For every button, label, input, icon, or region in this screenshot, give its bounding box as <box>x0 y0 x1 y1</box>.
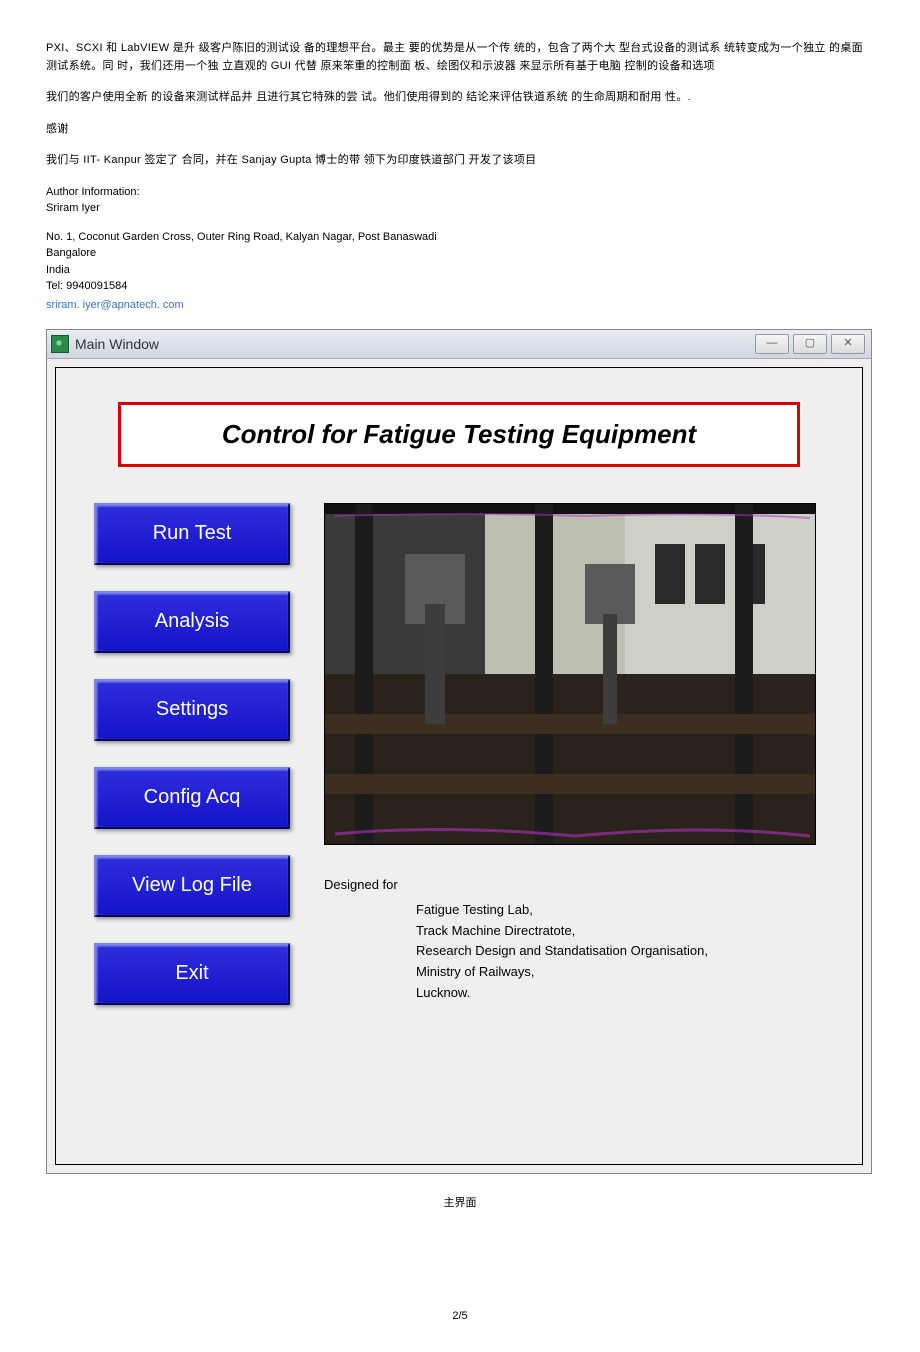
window-title: Main Window <box>75 336 159 352</box>
designed-for-block: Designed for Fatigue Testing Lab, Track … <box>324 875 836 1004</box>
window-titlebar: Main Window — ▢ ✕ <box>47 330 871 359</box>
body-paragraph-1: PXI、SCXI 和 LabVIEW 是升 级客户陈旧的测试设 备的理想平台。最… <box>46 40 874 75</box>
app-window: Main Window — ▢ ✕ Control for Fatigue Te… <box>46 329 872 1174</box>
figure-caption: 主界面 <box>46 1194 874 1210</box>
minimize-button[interactable]: — <box>755 334 789 354</box>
analysis-button[interactable]: Analysis <box>94 591 290 653</box>
address-line-2: Bangalore <box>46 245 874 262</box>
settings-button[interactable]: Settings <box>94 679 290 741</box>
author-name: Sriram Iyer <box>46 200 874 217</box>
body-paragraph-3: 我们与 IIT- Kanpur 签定了 合同，并在 Sanjay Gupta 博… <box>46 152 874 170</box>
app-icon <box>51 335 69 353</box>
close-button[interactable]: ✕ <box>831 334 865 354</box>
org-line-5: Lucknow. <box>416 983 836 1004</box>
config-acq-button[interactable]: Config Acq <box>94 767 290 829</box>
maximize-button[interactable]: ▢ <box>793 334 827 354</box>
title-banner: Control for Fatigue Testing Equipment <box>118 402 800 467</box>
org-line-3: Research Design and Standatisation Organ… <box>416 941 836 962</box>
page-number: 2/5 <box>46 1310 874 1322</box>
banner-text: Control for Fatigue Testing Equipment <box>222 419 696 449</box>
address-line-1: No. 1, Coconut Garden Cross, Outer Ring … <box>46 229 874 246</box>
thanks-heading: 感谢 <box>46 121 874 139</box>
machine-image <box>324 503 816 845</box>
org-line-2: Track Machine Directratote, <box>416 921 836 942</box>
org-line-4: Ministry of Railways, <box>416 962 836 983</box>
view-log-file-button[interactable]: View Log File <box>94 855 290 917</box>
window-controls: — ▢ ✕ <box>755 334 865 354</box>
exit-button[interactable]: Exit <box>94 943 290 1005</box>
email-link[interactable]: sriram. iyer@apnatech. com <box>46 299 184 311</box>
address-line-3: India <box>46 262 874 279</box>
body-paragraph-2: 我们的客户使用全新 的设备来测试样品并 且进行其它特殊的尝 试。他们使用得到的 … <box>46 89 874 107</box>
run-test-button[interactable]: Run Test <box>94 503 290 565</box>
designed-for-label: Designed for <box>324 875 836 896</box>
telephone: Tel: 9940091584 <box>46 278 874 295</box>
org-line-1: Fatigue Testing Lab, <box>416 900 836 921</box>
button-column: Run Test Analysis Settings Config Acq Vi… <box>94 503 290 1005</box>
author-label: Author Information: <box>46 184 874 201</box>
